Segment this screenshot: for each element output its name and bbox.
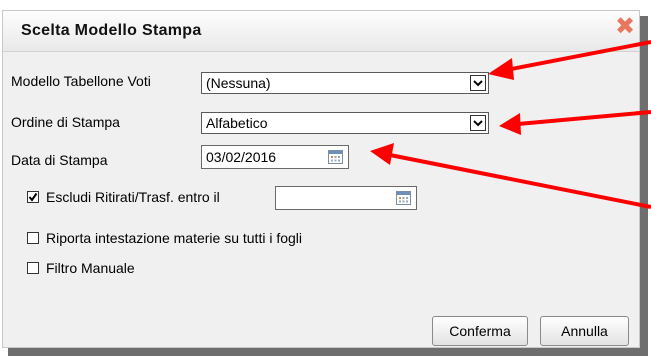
annotation-arrow [488, 40, 651, 80]
annotation-arrow [370, 143, 651, 209]
annotation-arrow [499, 110, 651, 135]
annotation-arrows [370, 40, 651, 209]
